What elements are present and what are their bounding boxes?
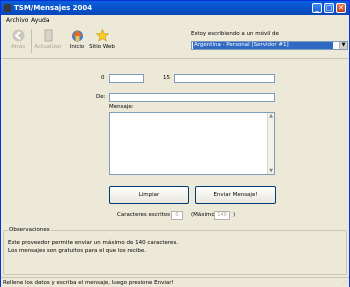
resize-grip-icon[interactable]: ⋰ [341, 280, 348, 287]
observations-legend: Observaciones [8, 227, 51, 233]
refresh-icon [44, 29, 53, 42]
title-bar: TSM/Mensajes 2004 _ □ ✕ [1, 1, 349, 15]
home-icon [72, 30, 83, 42]
mobile-provider-select[interactable]: Argentina - Personal [Servidor #1] ▼ [191, 41, 348, 50]
back-arrow-icon [12, 29, 25, 42]
home-button[interactable]: Inicio [66, 29, 88, 55]
number-prefix-label: 15 [163, 75, 170, 81]
menu-bar: Archivo Ayuda [1, 15, 349, 25]
clear-button[interactable]: Limpiar [109, 186, 189, 204]
prefix-label: 0 [101, 75, 105, 81]
chevron-down-icon[interactable]: ▼ [339, 42, 347, 49]
status-text: Rellene los datos y escriba el mensaje, … [3, 280, 174, 286]
close-button[interactable]: ✕ [336, 3, 346, 13]
message-label: Mensaje: [109, 104, 134, 110]
observation-line-2: Los mensajes son gratuitos para el que l… [8, 248, 147, 254]
scroll-up-icon[interactable]: ▲ [268, 113, 274, 119]
message-scrollbar[interactable]: ▲ ▼ [267, 113, 274, 174]
chars-written-value: 0 [171, 211, 183, 220]
from-input[interactable] [109, 93, 275, 102]
area-code-input[interactable] [109, 74, 144, 83]
window-title: TSM/Mensajes 2004 [14, 4, 93, 12]
mobile-country-label: Estoy escribiendo a un móvil de [191, 31, 279, 37]
max-close-label: ) [233, 212, 236, 218]
app-window: TSM/Mensajes 2004 _ □ ✕ Archivo Ayuda At… [0, 0, 350, 287]
mobile-provider-value: Argentina - Personal [Servidor #1] [193, 42, 333, 49]
refresh-button[interactable]: Actualizar [34, 29, 62, 55]
max-open-label: (Máximo [191, 212, 215, 218]
chars-written-label: Caracteres escritos [117, 212, 170, 218]
website-button[interactable]: Sitio Web [89, 29, 115, 55]
app-icon [4, 4, 11, 12]
toolbar: Atrás Actualizar Inicio Sitio Web Estoy … [1, 25, 349, 59]
star-icon [96, 29, 109, 42]
scroll-down-icon[interactable]: ▼ [268, 168, 274, 174]
status-bar: Rellene los datos y escriba el mensaje, … [1, 277, 349, 287]
message-textarea[interactable]: ▲ ▼ [109, 112, 275, 175]
max-chars-value: 140 [214, 211, 230, 220]
website-label: Sitio Web [89, 44, 115, 50]
minimize-button[interactable]: _ [312, 3, 322, 13]
send-button[interactable]: Enviar Mensaje! [195, 186, 276, 204]
maximize-button[interactable]: □ [324, 3, 334, 13]
menu-help[interactable]: Ayuda [31, 17, 50, 24]
observations-group: Observaciones Este proveedor permite env… [3, 227, 347, 275]
back-label: Atrás [10, 44, 26, 50]
menu-file[interactable]: Archivo [6, 17, 28, 24]
phone-number-input[interactable] [174, 74, 275, 83]
back-button[interactable]: Atrás [7, 29, 29, 55]
from-label: De: [96, 94, 106, 100]
observation-line-1: Este proveedor permite enviar un máximo … [8, 240, 179, 246]
